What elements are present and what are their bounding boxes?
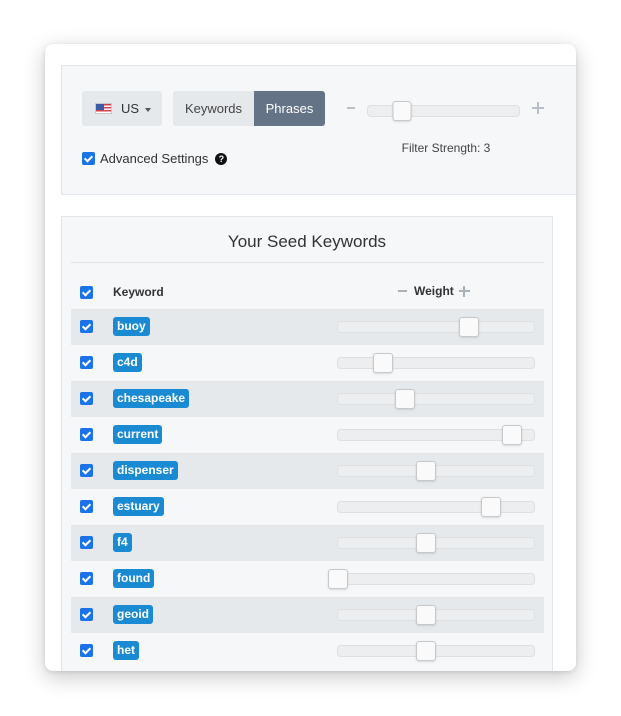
tab-phrases[interactable]: Phrases: [254, 91, 325, 126]
select-all-checkbox[interactable]: [80, 286, 93, 299]
keyword-checkbox[interactable]: [80, 500, 93, 513]
keyword-list: buoy c4d chesapeake current dispenser estuary…: [71, 309, 544, 669]
keyword-checkbox[interactable]: [80, 464, 93, 477]
weight-slider-handle[interactable]: [416, 605, 437, 625]
keyword-tag: geoid: [113, 605, 153, 624]
keyword-tag: found: [113, 569, 155, 588]
keyword-tool-card: US Keywords Phrases Filter Strength: 3 A…: [45, 44, 576, 671]
weight-slider[interactable]: [328, 569, 535, 589]
keyword-row: het: [71, 633, 544, 669]
weight-slider-handle[interactable]: [416, 641, 437, 661]
country-label: US: [121, 101, 140, 116]
divider: [71, 262, 544, 263]
keyword-checkbox[interactable]: [80, 392, 93, 405]
weight-slider-handle[interactable]: [459, 317, 480, 337]
weight-slider-handle[interactable]: [502, 425, 523, 445]
weight-slider-handle[interactable]: [416, 461, 437, 481]
weight-slider[interactable]: [337, 317, 535, 337]
tab-keywords[interactable]: Keywords: [173, 91, 254, 126]
weight-slider[interactable]: [337, 641, 535, 661]
keyword-checkbox[interactable]: [80, 428, 93, 441]
keyword-checkbox[interactable]: [80, 320, 93, 333]
keyword-row: chesapeake: [71, 381, 544, 417]
weight-slider-handle[interactable]: [416, 533, 437, 553]
filter-strength-slider[interactable]: [367, 101, 520, 121]
weight-slider-handle[interactable]: [328, 569, 348, 589]
advanced-settings-toggle[interactable]: Advanced Settings ?: [82, 151, 228, 166]
keyword-row: estuary: [71, 489, 544, 525]
weight-minus-icon[interactable]: [398, 290, 407, 292]
weight-slider[interactable]: [337, 605, 535, 625]
weight-slider-handle[interactable]: [394, 389, 415, 409]
keyword-row: current: [71, 417, 544, 453]
keyword-checkbox[interactable]: [80, 356, 93, 369]
settings-panel: US Keywords Phrases Filter Strength: 3 A…: [61, 65, 576, 195]
keyword-row: dispenser: [71, 453, 544, 489]
keyword-row: buoy: [71, 309, 544, 345]
keyword-checkbox[interactable]: [80, 644, 93, 657]
caret-down-icon: [145, 107, 152, 112]
keyword-row: geoid: [71, 597, 544, 633]
filter-strength-label: Filter Strength: 3: [401, 141, 491, 155]
keyword-tag: dispenser: [113, 461, 178, 480]
keyword-checkbox[interactable]: [80, 608, 93, 621]
keyword-tag: c4d: [113, 353, 142, 372]
keyword-tag: current: [113, 425, 163, 444]
seed-keywords-panel: Your Seed Keywords Keyword Weight buoy c4…: [61, 216, 553, 671]
seed-keywords-title: Your Seed Keywords: [227, 232, 387, 251]
weight-slider[interactable]: [337, 389, 535, 409]
weight-label: Weight: [414, 284, 454, 298]
weight-slider[interactable]: [337, 461, 535, 481]
minus-icon[interactable]: [347, 107, 355, 109]
advanced-settings-checkbox[interactable]: [82, 152, 95, 165]
keyword-row: f4: [71, 525, 544, 561]
us-flag-icon: [95, 103, 112, 114]
weight-plus-icon[interactable]: [458, 285, 470, 297]
keyword-checkbox[interactable]: [80, 572, 93, 585]
country-dropdown[interactable]: US: [82, 91, 162, 126]
keyword-tag: chesapeake: [113, 389, 190, 408]
question-circle-icon[interactable]: ?: [215, 152, 228, 165]
keyword-column-header: Keyword: [113, 285, 164, 299]
keyword-row: found: [71, 561, 544, 597]
weight-slider-handle[interactable]: [373, 353, 394, 373]
weight-slider[interactable]: [337, 533, 535, 553]
weight-slider-handle[interactable]: [480, 497, 501, 517]
weight-slider[interactable]: [337, 425, 535, 445]
advanced-settings-label: Advanced Settings: [100, 151, 209, 166]
weight-column-header: Weight: [398, 284, 470, 298]
weight-slider[interactable]: [337, 497, 535, 517]
filter-slider-handle[interactable]: [392, 101, 412, 121]
plus-icon[interactable]: [532, 102, 544, 114]
keyword-tag: estuary: [113, 497, 164, 516]
weight-slider[interactable]: [337, 353, 535, 373]
keyword-tag: f4: [113, 533, 132, 552]
keyword-row: c4d: [71, 345, 544, 381]
keyword-tag: buoy: [113, 317, 150, 336]
keyword-tag: het: [113, 641, 139, 660]
keyword-checkbox[interactable]: [80, 536, 93, 549]
